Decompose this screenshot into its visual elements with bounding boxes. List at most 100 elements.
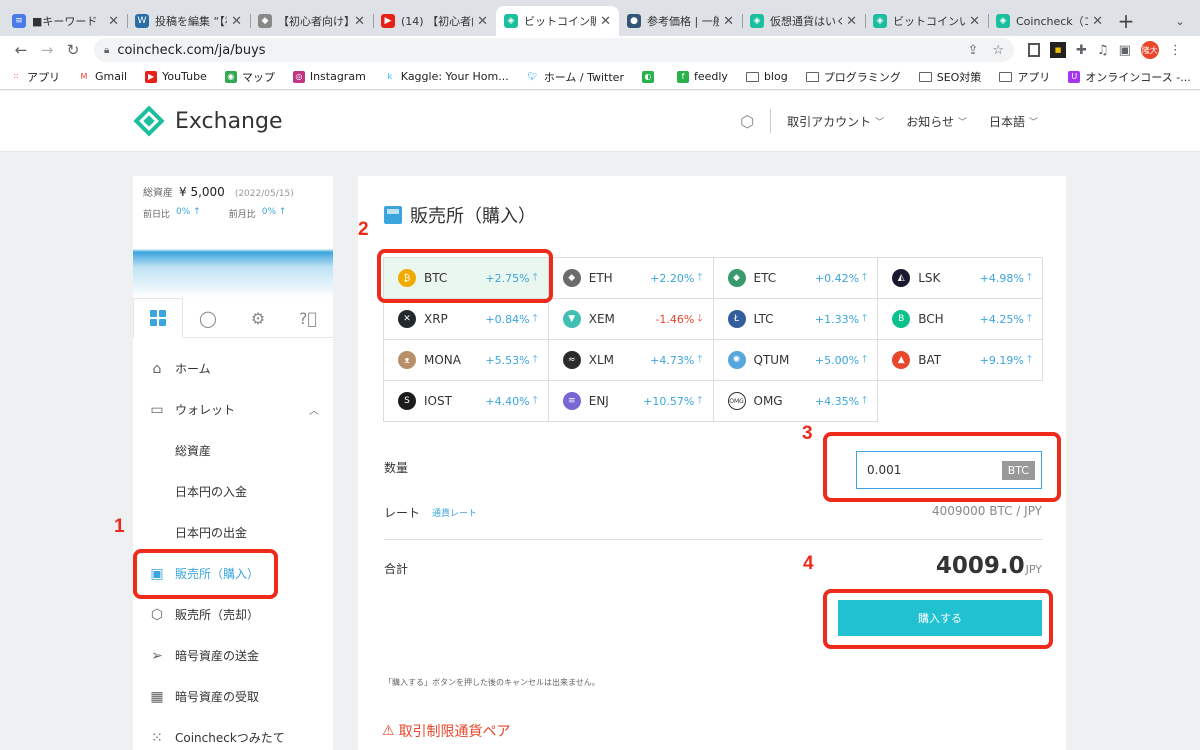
lock-icon[interactable]: 🔒︎	[104, 45, 109, 56]
buy-button[interactable]: 購入する	[838, 600, 1042, 636]
forward-icon[interactable]: →	[34, 41, 60, 59]
sidebar-icon[interactable]: ▣	[1119, 43, 1131, 58]
rate-label: レート	[384, 506, 421, 520]
coin-change: +10.57%	[643, 394, 695, 408]
sidebar-item-sales-office-buy[interactable]: ▣ 販売所（購入）	[133, 553, 333, 594]
close-tab-icon[interactable]: ✕	[231, 14, 242, 29]
bookmark-item[interactable]: U オンラインコース -...	[1068, 69, 1191, 85]
browser-tab[interactable]: ◈ Coincheck（コ ✕	[988, 6, 1111, 36]
tab-title: 参考価格 | 一般	[647, 15, 720, 28]
browser-tab[interactable]: ▶ (14) 【初心者向 ✕	[373, 6, 496, 36]
coin-qtum[interactable]: ✺ QTUM +5.00% 🡑	[713, 340, 879, 381]
coin-symbol: ENJ	[588, 394, 609, 408]
sidebar-item-label: 日本円の入金	[175, 485, 248, 499]
coin-mona[interactable]: ᴥ MONA +5.53% 🡑	[384, 340, 549, 381]
sidebar-item-jpy-withdrawal[interactable]: 日本円の出金	[133, 512, 333, 553]
chevron-up-icon[interactable]: ︿	[309, 402, 319, 417]
currency-rate-link[interactable]: 通貨レート	[432, 506, 477, 519]
profile-avatar[interactable]: 隆大	[1140, 41, 1159, 59]
sidebar-item-sales-office-sell[interactable]: ⬡ 販売所（売却）	[133, 594, 333, 635]
bookmark-item[interactable]: 🐦︎ ホーム / Twitter	[526, 69, 624, 85]
restricted-pairs-heading: ⚠ 取引制限通貨ペア	[382, 723, 511, 740]
coin-bch[interactable]: B BCH +4.25% 🡑	[878, 299, 1043, 340]
sidebar-item-coincheck-tsumitate[interactable]: ⁙ Coincheckつみたて	[133, 717, 333, 750]
browser-tab[interactable]: ◈ ビットコインい ✕	[865, 6, 988, 36]
tab-search-icon[interactable]: ⌄	[1160, 6, 1200, 36]
dashboard-tab[interactable]	[133, 298, 183, 338]
bookmark-item[interactable]: ◉ マップ	[224, 69, 275, 85]
close-tab-icon[interactable]: ✕	[108, 14, 119, 29]
coin-ltc[interactable]: Ł LTC +1.33% 🡑	[713, 299, 879, 340]
sidebar-item-total-assets[interactable]: 総資産	[133, 430, 333, 471]
cube-icon[interactable]: ⬡	[740, 109, 772, 133]
coin-iost[interactable]: S IOST +4.40% 🡑	[384, 381, 549, 422]
browser-tab[interactable]: ◆ 【初心者向け】 ✕	[250, 6, 373, 36]
puzzle-icon[interactable]: ✚	[1076, 43, 1087, 58]
bookmark-item[interactable]: ◐	[641, 70, 659, 83]
coincheck-logo-icon	[133, 105, 165, 137]
browser-tab[interactable]: ≡ ■キーワード ✕	[4, 6, 127, 36]
browser-tab[interactable]: ◈ ビットコイン販 ✕	[496, 6, 619, 36]
enj-coin-icon: ≡	[562, 392, 581, 410]
browser-tab[interactable]: ● 参考価格 | 一般 ✕	[619, 6, 742, 36]
exchange-logo[interactable]: Exchange	[133, 105, 283, 137]
sidebar-item-jpy-deposit[interactable]: 日本円の入金	[133, 471, 333, 512]
nav-trading-account[interactable]: 取引アカウント ﹀	[787, 113, 884, 130]
bookmark-item[interactable]: ⁙ アプリ	[10, 69, 60, 85]
bookmark-item[interactable]: f feedly	[676, 70, 728, 83]
nav-language[interactable]: 日本語 ﹀	[989, 113, 1038, 130]
extension-icon[interactable]	[1028, 43, 1040, 57]
coin-xlm[interactable]: ≈ XLM +4.73% 🡑	[548, 340, 714, 381]
close-tab-icon[interactable]: ✕	[846, 14, 857, 29]
close-tab-icon[interactable]: ✕	[477, 14, 488, 29]
bookmark-star-icon[interactable]: ☆	[992, 43, 1004, 58]
coin-btc[interactable]: ₿ BTC +2.75% 🡑	[384, 258, 549, 299]
bookmark-item[interactable]: ◎ Instagram	[292, 70, 366, 83]
coin-eth[interactable]: ◆ ETH +2.20% 🡑	[548, 258, 714, 299]
coin-xem[interactable]: ▼ XEM -1.46% 🡓	[548, 299, 714, 340]
qtum-coin-icon: ✺	[727, 351, 746, 369]
coin-etc[interactable]: ◆ ETC +0.42% 🡑	[713, 258, 879, 299]
nav-notices[interactable]: お知らせ ﹀	[906, 113, 967, 130]
close-tab-icon[interactable]: ✕	[969, 14, 980, 29]
browser-tab[interactable]: ◈ 仮想通貨はいく ✕	[742, 6, 865, 36]
quantity-field[interactable]: BTC	[856, 451, 1042, 489]
settings-tab[interactable]: ⚙	[233, 298, 283, 338]
bookmark-folder[interactable]: アプリ	[999, 69, 1050, 85]
bookmark-folder[interactable]: プログラミング	[805, 69, 901, 85]
coin-lsk[interactable]: ◭ LSK +4.98% 🡑	[878, 258, 1043, 299]
new-tab-button[interactable]: +	[1111, 6, 1141, 36]
sidebar-item-wallet[interactable]: ▭ ウォレット ︿	[133, 389, 333, 430]
sidebar-item-home[interactable]: ⌂ ホーム	[133, 348, 333, 389]
bookmark-folder[interactable]: SEO対策	[918, 69, 981, 85]
bookmark-item[interactable]: k Kaggle: Your Hom...	[383, 70, 509, 83]
tab-favicon-icon: ▶	[381, 14, 395, 28]
bookmark-label: アプリ	[1017, 70, 1051, 84]
divider	[384, 539, 1042, 540]
coin-enj[interactable]: ≡ ENJ +10.57% 🡑	[548, 381, 714, 422]
sidebar-item-crypto-send[interactable]: ➢ 暗号資産の送金	[133, 635, 333, 676]
back-icon[interactable]: ←	[8, 41, 34, 59]
close-tab-icon[interactable]: ✕	[1092, 14, 1103, 29]
sidebar-item-crypto-receive[interactable]: ▦ 暗号資産の受取	[133, 676, 333, 717]
bookmark-label: Instagram	[309, 70, 366, 83]
quantity-input[interactable]	[867, 463, 977, 477]
bookmark-item[interactable]: ▶ YouTube	[145, 70, 207, 83]
close-tab-icon[interactable]: ✕	[354, 14, 365, 29]
browser-tab[interactable]: W 投稿を編集 “【初 ✕	[127, 6, 250, 36]
menu-icon[interactable]: ⋮	[1169, 43, 1182, 58]
coin-bat[interactable]: ▲ BAT +9.19% 🡑	[878, 340, 1043, 381]
reload-icon[interactable]: ↻	[60, 41, 86, 59]
bookmark-folder[interactable]: blog	[745, 70, 788, 83]
bookmark-item[interactable]: M Gmail	[78, 70, 127, 83]
share-icon[interactable]: ⇪	[967, 43, 978, 58]
close-tab-icon[interactable]: ✕	[600, 14, 611, 29]
close-tab-icon[interactable]: ✕	[723, 14, 734, 29]
extension-icon[interactable]: ■	[1050, 42, 1066, 58]
address-bar[interactable]: 🔒︎ coincheck.com/ja/buys ⇪ ☆	[94, 38, 1014, 62]
account-tab[interactable]: ◯	[183, 298, 233, 338]
help-tab[interactable]: ?⃝	[283, 298, 333, 338]
coin-omg[interactable]: OMG OMG +4.35% 🡑	[713, 381, 879, 422]
media-icon[interactable]: ♫	[1097, 43, 1109, 58]
coin-xrp[interactable]: ✕ XRP +0.84% 🡑	[384, 299, 549, 340]
